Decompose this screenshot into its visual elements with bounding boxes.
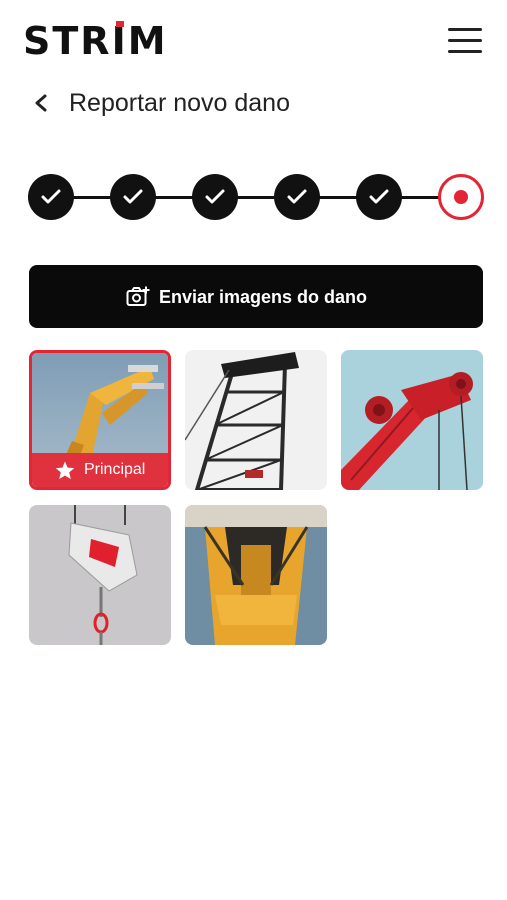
progress-stepper: [28, 174, 484, 220]
step-1-completed: [28, 174, 74, 220]
crane-photo: [185, 505, 327, 645]
chevron-left-icon: [35, 94, 47, 112]
menu-button[interactable]: [446, 24, 484, 56]
step-4-completed: [274, 174, 320, 220]
crane-photo: [185, 350, 327, 490]
principal-badge: Principal: [32, 453, 168, 487]
check-icon: [369, 189, 389, 204]
upload-images-button[interactable]: Enviar imagens do dano: [29, 265, 483, 328]
title-row: Reportar novo dano: [0, 82, 507, 124]
check-icon: [287, 189, 307, 204]
camera-add-icon: [126, 286, 150, 306]
check-icon: [205, 189, 225, 204]
crane-photo: [341, 350, 483, 490]
damage-image-3[interactable]: [341, 350, 483, 490]
step-3-completed: [192, 174, 238, 220]
check-icon: [41, 189, 61, 204]
strim-logo[interactable]: STRI M: [23, 19, 168, 63]
star-icon: [55, 461, 75, 479]
damage-image-5[interactable]: [185, 505, 327, 645]
back-button[interactable]: [28, 88, 56, 118]
damage-image-2[interactable]: [185, 350, 327, 490]
principal-badge-label: Principal: [84, 461, 146, 478]
current-step-dot: [454, 190, 468, 204]
step-5-completed: [356, 174, 402, 220]
step-6-current: [438, 174, 484, 220]
crane-photo: [29, 505, 171, 645]
check-icon: [123, 189, 143, 204]
damage-image-4[interactable]: [29, 505, 171, 645]
upload-images-label: Enviar imagens do dano: [159, 287, 368, 307]
app-header: STRI M: [0, 0, 507, 80]
damage-image-1[interactable]: Principal: [29, 350, 171, 490]
step-2-completed: [110, 174, 156, 220]
page-title: Reportar novo dano: [69, 89, 290, 117]
